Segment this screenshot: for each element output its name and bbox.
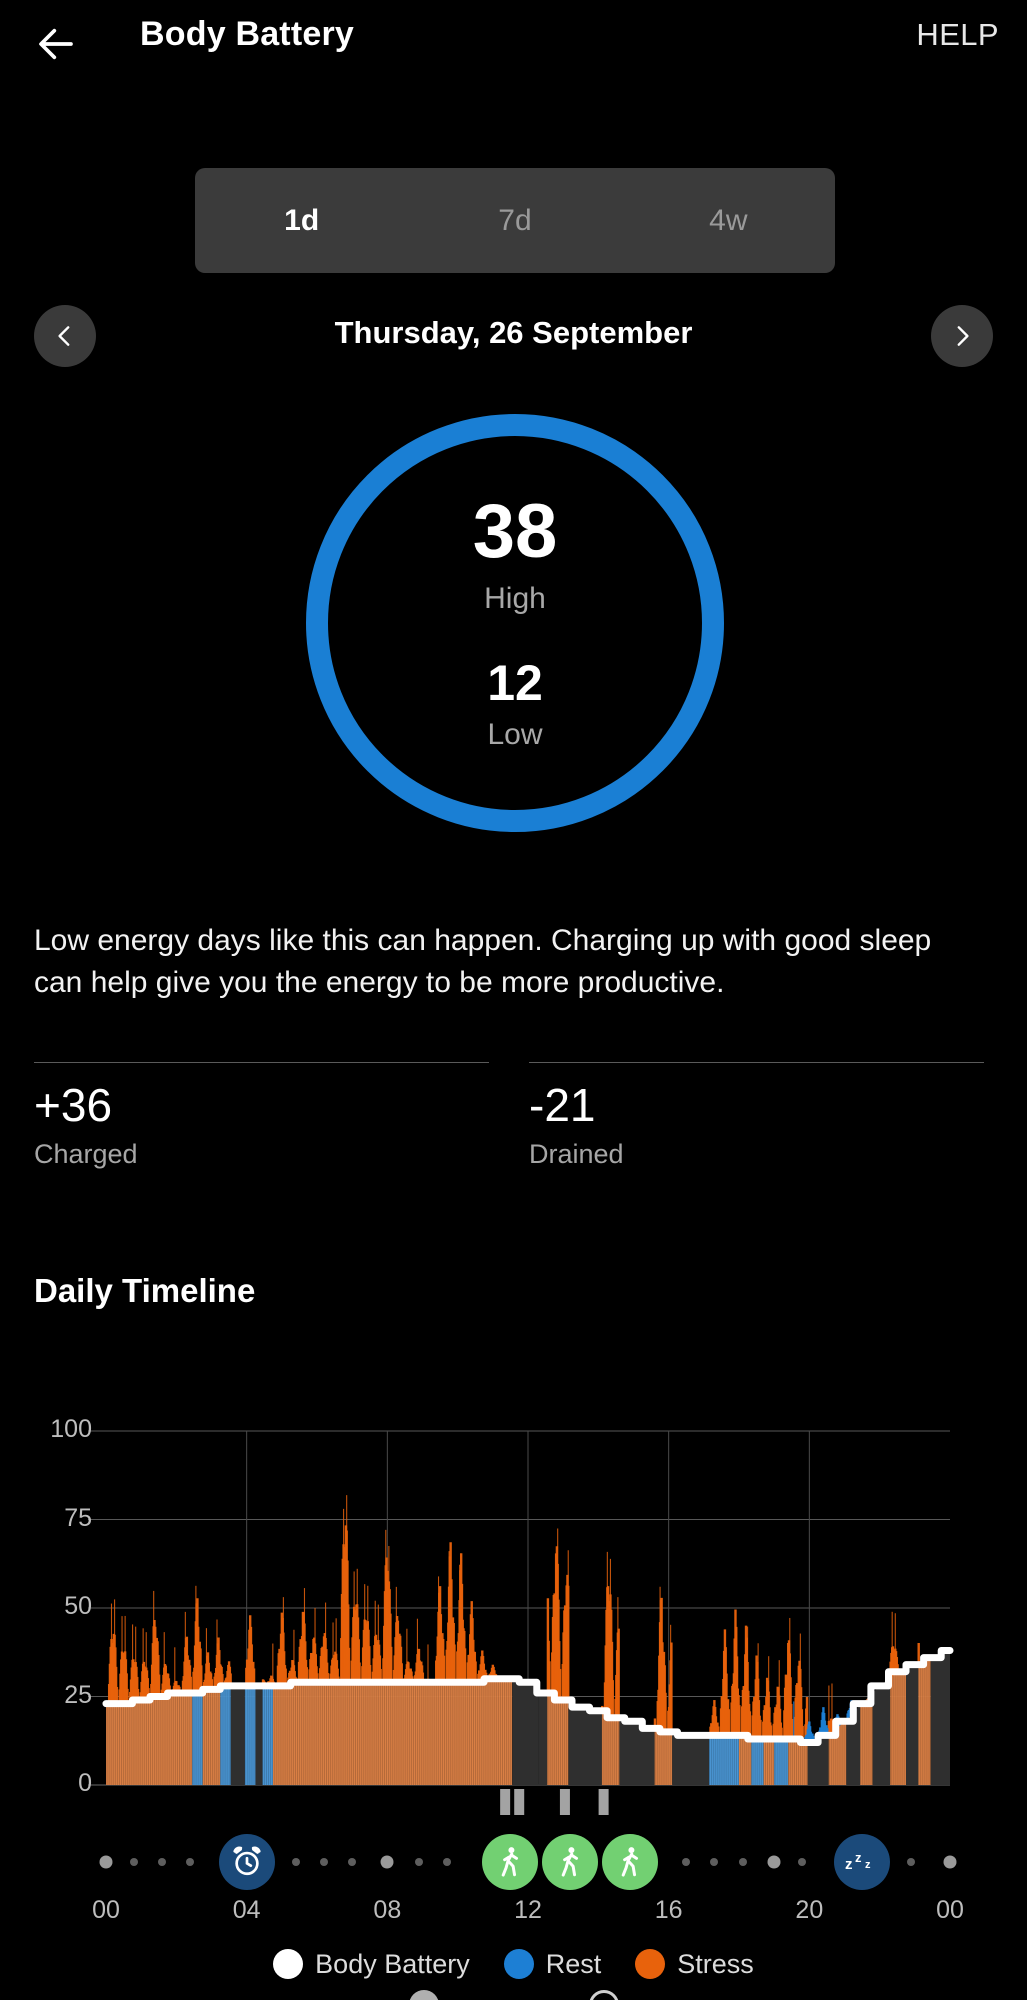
body-battery-gauge: 38 High 12 Low bbox=[305, 413, 725, 833]
alarm-clock-marker[interactable] bbox=[218, 1834, 275, 1890]
date-navigator: Thursday, 26 September bbox=[0, 305, 1027, 375]
dot-large bbox=[99, 1855, 113, 1869]
range-tab-bar: 1d 7d 4w bbox=[195, 168, 835, 273]
charge-drain-stats: +36 Charged -21 Drained bbox=[34, 1062, 994, 1192]
x-axis-tick-3: 12 bbox=[514, 1896, 542, 1924]
legend-swatch-icon bbox=[273, 1949, 304, 1979]
legend-label: Rest bbox=[545, 1948, 602, 1979]
tab-7d[interactable]: 7d bbox=[408, 168, 621, 273]
daily-timeline-title: Daily Timeline bbox=[34, 1272, 256, 1309]
legend-item-rest: Rest bbox=[503, 1948, 602, 1980]
dot-large bbox=[943, 1855, 957, 1869]
dot-small bbox=[348, 1858, 357, 1866]
back-button[interactable] bbox=[28, 16, 84, 72]
walking-icon bbox=[621, 1847, 638, 1877]
sleep-zzz-marker[interactable]: zzz bbox=[834, 1834, 891, 1890]
divider bbox=[34, 1062, 489, 1063]
walking-marker[interactable] bbox=[601, 1834, 658, 1890]
legend-swatch-icon bbox=[503, 1949, 534, 1979]
chart-canvas bbox=[88, 1430, 954, 1815]
gauge-high-value: 38 bbox=[472, 489, 558, 574]
dot-small bbox=[798, 1858, 807, 1866]
y-axis-tick-25: 25 bbox=[64, 1680, 92, 1709]
gauge-low-value: 12 bbox=[487, 655, 543, 711]
legend-swatch-icon bbox=[635, 1949, 666, 1979]
walking-icon bbox=[502, 1847, 519, 1877]
svg-text:z: z bbox=[855, 1850, 862, 1865]
drained-value: -21 bbox=[529, 1079, 596, 1131]
chevron-right-icon bbox=[957, 326, 969, 346]
divider bbox=[529, 1062, 984, 1063]
x-axis-tick-2: 08 bbox=[373, 1896, 402, 1924]
dot-small bbox=[907, 1858, 916, 1866]
help-button[interactable]: HELP bbox=[916, 17, 999, 53]
daily-timeline-chart[interactable]: 0 25 50 75 100 bbox=[0, 1400, 1027, 1820]
dot-small bbox=[710, 1858, 719, 1866]
next-day-button[interactable] bbox=[931, 305, 993, 367]
legend-item-stress: Stress bbox=[635, 1949, 754, 1980]
y-axis-tick-100: 100 bbox=[50, 1415, 92, 1443]
insight-description: Low energy days like this can happen. Ch… bbox=[34, 924, 932, 999]
dot-small bbox=[443, 1858, 452, 1866]
x-axis-tick-6: 00 bbox=[936, 1896, 964, 1924]
dot-small bbox=[130, 1858, 139, 1866]
legend-label: Stress bbox=[677, 1948, 754, 1979]
chart-legend-second-row bbox=[0, 1990, 1027, 2000]
dot-small bbox=[320, 1858, 329, 1866]
drained-label: Drained bbox=[529, 1139, 624, 1170]
tab-4w[interactable]: 4w bbox=[622, 168, 835, 273]
dot-small bbox=[186, 1858, 195, 1866]
charged-stat: +36 Charged bbox=[34, 1062, 489, 1170]
legend-activity-dot-icon bbox=[408, 1990, 439, 2000]
dot-large bbox=[380, 1855, 394, 1869]
arrow-left-icon bbox=[39, 28, 73, 60]
x-axis-tick-0: 00 bbox=[92, 1896, 120, 1924]
walking-icon bbox=[561, 1847, 579, 1877]
legend-outline-dot-icon bbox=[588, 1990, 619, 2000]
dot-small bbox=[682, 1858, 691, 1866]
dot-small bbox=[738, 1858, 747, 1866]
svg-text:z: z bbox=[845, 1856, 853, 1873]
walking-marker[interactable] bbox=[482, 1834, 539, 1890]
charged-label: Charged bbox=[34, 1139, 138, 1170]
dot-small bbox=[158, 1858, 167, 1866]
app-header: Body Battery HELP bbox=[0, 0, 1027, 88]
body-battery-screen: Body Battery HELP 1d 7d 4w Thursday, 26 … bbox=[0, 0, 1027, 2000]
legend-item-body-battery: Body Battery bbox=[273, 1949, 470, 1980]
tab-1d[interactable]: 1d bbox=[195, 168, 408, 273]
charged-value: +36 bbox=[34, 1079, 113, 1131]
current-date-label: Thursday, 26 September bbox=[334, 315, 693, 350]
dot-small bbox=[414, 1858, 423, 1866]
page-title: Body Battery bbox=[140, 15, 355, 53]
dot-small bbox=[291, 1858, 300, 1866]
svg-text:z: z bbox=[865, 1859, 871, 1871]
chart-x-axis-labels: 00 04 08 12 16 20 00 bbox=[0, 1896, 1027, 1936]
drained-stat: -21 Drained bbox=[529, 1062, 984, 1170]
alarm-clock-icon bbox=[233, 1846, 261, 1876]
sleep-zzz-icon: zzz bbox=[845, 1850, 871, 1873]
dot-large bbox=[767, 1855, 781, 1869]
x-axis-tick-5: 20 bbox=[795, 1896, 824, 1924]
legend-label: Body Battery bbox=[315, 1948, 470, 1979]
x-axis-tick-4: 16 bbox=[654, 1896, 683, 1924]
gauge-high-label: High bbox=[484, 582, 546, 615]
y-axis-tick-50: 50 bbox=[64, 1592, 92, 1620]
gauge-low-label: Low bbox=[487, 718, 543, 751]
x-axis-tick-1: 04 bbox=[232, 1896, 261, 1924]
chart-legend: Body Battery Rest Stress bbox=[0, 1942, 1027, 1986]
y-axis-tick-0: 0 bbox=[78, 1769, 92, 1797]
y-axis-tick-75: 75 bbox=[64, 1503, 92, 1532]
timeline-marker-row[interactable]: zzz bbox=[0, 1828, 1027, 1896]
walking-marker[interactable] bbox=[542, 1834, 599, 1890]
